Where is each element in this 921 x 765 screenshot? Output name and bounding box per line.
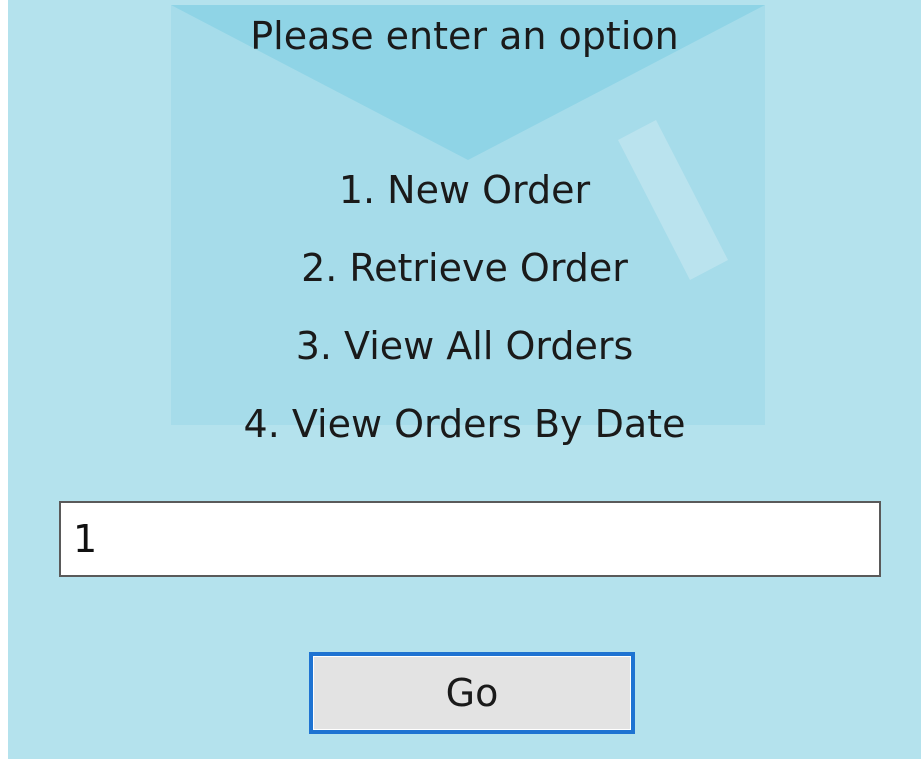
go-button-label: Go — [313, 656, 631, 730]
option-input[interactable] — [59, 501, 881, 577]
options-list: 1. New Order 2. Retrieve Order 3. View A… — [8, 165, 921, 477]
option-retrieve-order: 2. Retrieve Order — [301, 246, 628, 290]
option-new-order: 1. New Order — [338, 168, 591, 212]
prompt-text: Please enter an option — [250, 14, 679, 58]
option-view-orders-by-date: 4. View Orders By Date — [243, 402, 686, 446]
go-button[interactable]: Go — [309, 652, 635, 734]
option-view-all-orders: 3. View All Orders — [295, 324, 634, 368]
order-menu-window: Please enter an option 1. New Order 2. R… — [8, 0, 921, 759]
